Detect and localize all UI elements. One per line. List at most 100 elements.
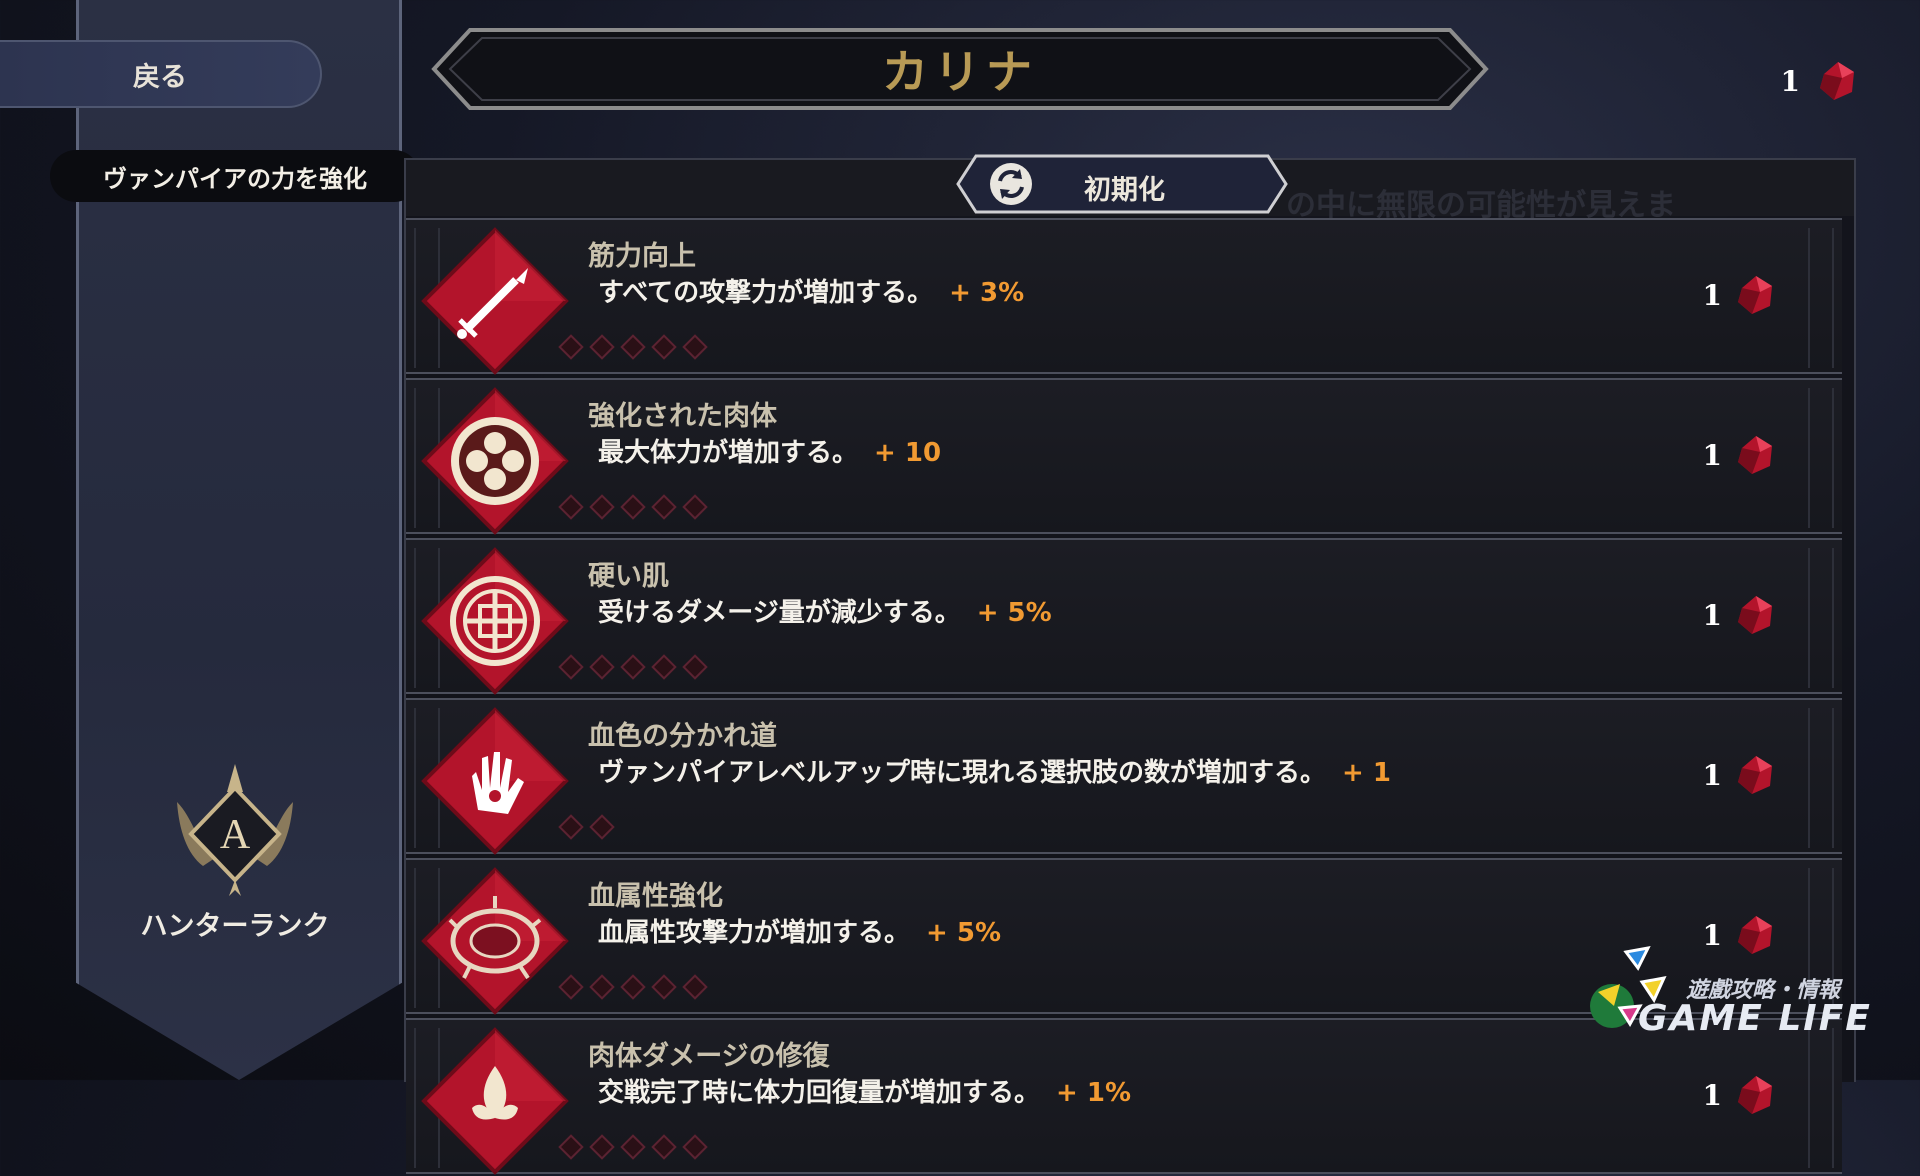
blood-crystal-icon [1738, 276, 1772, 314]
level-pips [558, 1134, 708, 1160]
blood-crystal-icon [1820, 62, 1854, 100]
level-pip [558, 1134, 584, 1160]
cost-count: 1 [1702, 278, 1722, 312]
level-pip [620, 334, 646, 360]
skill-bonus: + 1 [1342, 758, 1391, 788]
level-pip [682, 974, 708, 1000]
clover-emblem-icon [421, 387, 569, 535]
skill-row[interactable]: 硬い肌 受けるダメージ量が減少する。 + 5% 1 [406, 538, 1842, 695]
level-pip [682, 654, 708, 680]
skill-row[interactable]: 強化された肉体 最大体力が増加する。 + 10 1 [406, 378, 1842, 535]
level-pip [620, 494, 646, 520]
currency-count: 1 [1780, 64, 1800, 98]
skill-description: 血属性攻撃力が増加する。 + 5% [598, 912, 1001, 949]
bloody-hand-icon [421, 707, 569, 855]
skill-name: 筋力向上 [588, 241, 696, 272]
level-pip [682, 494, 708, 520]
row-ornament [1808, 708, 1834, 848]
level-pip [651, 1134, 677, 1160]
level-pip [620, 974, 646, 1000]
level-pip [589, 334, 615, 360]
level-pip [589, 654, 615, 680]
level-pip [651, 494, 677, 520]
category-label: ヴァンパイアの力を強化 [103, 164, 367, 193]
blood-crystal-icon [1738, 1076, 1772, 1114]
level-pip [558, 814, 584, 840]
blood-crystal-icon [1738, 756, 1772, 794]
row-ornament [1808, 388, 1834, 528]
level-pip [558, 494, 584, 520]
skill-description: 交戦完了時に体力回復量が増加する。 + 1% [598, 1072, 1131, 1109]
skill-description: ヴァンパイアレベルアップ時に現れる選択肢の数が増加する。 + 1 [598, 752, 1391, 789]
level-pips [558, 494, 708, 520]
skill-name: 硬い肌 [588, 561, 669, 592]
skill-description: 最大体力が増加する。 + 10 [598, 432, 941, 469]
row-cost: 1 [1703, 432, 1778, 478]
skill-description-text: 受けるダメージ量が減少する。 [598, 598, 961, 628]
cost-count: 1 [1702, 758, 1722, 792]
rank-label: ハンターランク [140, 911, 330, 942]
fleur-icon [421, 1027, 569, 1175]
level-pip [558, 654, 584, 680]
level-pip [651, 334, 677, 360]
blood-crystal-icon [1738, 436, 1772, 474]
skill-row[interactable]: 血色の分かれ道 ヴァンパイアレベルアップ時に現れる選択肢の数が増加する。 + 1 … [406, 698, 1842, 855]
cost-count: 1 [1702, 438, 1722, 472]
rank-emblem-icon: A [177, 764, 293, 896]
back-button[interactable]: 戻る [0, 40, 322, 108]
row-cost: 1 [1703, 592, 1778, 638]
watermark-logo: 遊戲攻略・情報 GAME LIFE [1568, 940, 1888, 1050]
skill-name: 血色の分かれ道 [588, 721, 777, 752]
level-pip [682, 334, 708, 360]
row-cost: 1 [1703, 1072, 1778, 1118]
level-pips [558, 334, 708, 360]
skill-name: 血属性強化 [588, 881, 723, 912]
character-name: カリナ [882, 45, 1038, 99]
skill-description-text: 血属性攻撃力が増加する。 [598, 918, 911, 948]
sword-icon [421, 227, 569, 375]
level-pip [651, 654, 677, 680]
rank-letter: A [220, 812, 251, 858]
level-pips [558, 974, 708, 1000]
skill-bonus: + 1% [1056, 1078, 1131, 1108]
level-pip [589, 494, 615, 520]
skill-description-text: 最大体力が増加する。 [598, 438, 859, 468]
watermark-line2: GAME LIFE [1638, 998, 1872, 1039]
row-ornament [1808, 228, 1834, 368]
skill-bonus: + 10 [874, 438, 942, 468]
back-label: 戻る [133, 61, 187, 93]
thorn-crown-icon [421, 867, 569, 1015]
skill-description: すべての攻撃力が増加する。 + 3% [598, 272, 1024, 309]
level-pips [558, 814, 615, 840]
level-pip [558, 974, 584, 1000]
row-cost: 1 [1703, 272, 1778, 318]
level-pip [589, 814, 615, 840]
skill-bonus: + 3% [949, 278, 1025, 308]
refresh-icon [990, 163, 1032, 205]
currency-display: 1 [1781, 58, 1860, 104]
shield-knot-icon [421, 547, 569, 695]
level-pip [682, 1134, 708, 1160]
skill-name: 肉体ダメージの修復 [588, 1041, 830, 1072]
level-pip [589, 974, 615, 1000]
level-pips [558, 654, 708, 680]
skill-description-text: すべての攻撃力が増加する。 [598, 278, 934, 308]
row-ornament [1808, 548, 1834, 688]
title-bar: カリナ [430, 26, 1490, 112]
skill-bonus: + 5% [926, 918, 1001, 948]
level-pip [589, 1134, 615, 1160]
skill-description: 受けるダメージ量が減少する。 + 5% [598, 592, 1052, 629]
cost-count: 1 [1702, 1078, 1722, 1112]
level-pip [651, 974, 677, 1000]
skill-row[interactable]: 筋力向上 すべての攻撃力が増加する。 + 3% 1 [406, 218, 1842, 375]
list-header: の中に無限の可能性が見えま 初期化 [406, 154, 1854, 223]
row-cost: 1 [1703, 752, 1778, 798]
reset-button[interactable]: 初期化 [954, 152, 1290, 216]
skill-bonus: + 5% [976, 598, 1052, 628]
level-pip [620, 1134, 646, 1160]
category-tab[interactable]: ヴァンパイアの力を強化 [50, 150, 420, 202]
skill-description-text: ヴァンパイアレベルアップ時に現れる選択肢の数が増加する。 [598, 758, 1327, 788]
skill-name: 強化された肉体 [588, 401, 777, 432]
reset-label: 初期化 [1084, 175, 1165, 206]
blood-crystal-icon [1738, 596, 1772, 634]
